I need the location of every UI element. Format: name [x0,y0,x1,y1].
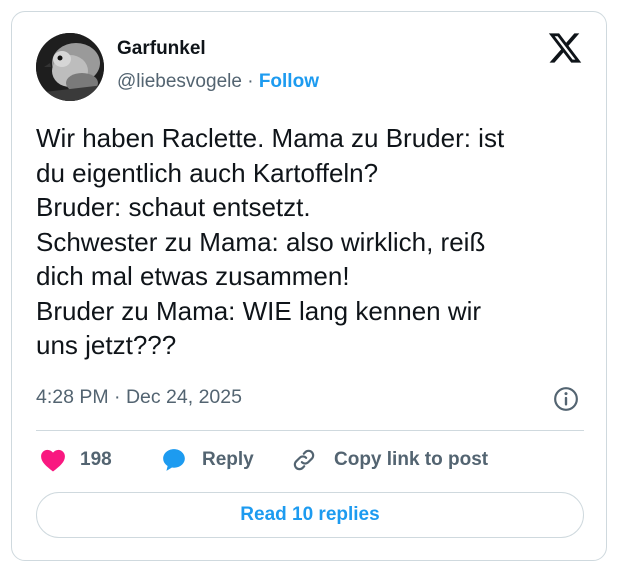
post-line: du eigentlich auch Kartoffeln? [36,157,379,188]
post-timestamp[interactable]: 4:28 PM · Dec 24, 2025 [36,386,242,409]
reply-label: Reply [202,449,254,470]
follow-button[interactable]: Follow [259,71,319,92]
author-handle[interactable]: @liebesvogele [117,71,242,92]
copy-link-label: Copy link to post [334,449,489,470]
info-icon[interactable] [553,386,579,412]
post-line: uns jetzt??? [36,330,177,360]
read-replies-button[interactable]: Read 10 replies [36,492,584,538]
copy-link-button[interactable]: Copy link to post [290,445,488,475]
divider [36,430,584,431]
like-count: 198 [80,449,112,470]
author-name[interactable]: Garfunkel [117,38,206,60]
post-line: Schwester zu Mama: also wirklich, reiß [36,226,486,257]
avatar[interactable] [36,33,104,101]
handle-separator: · [241,71,259,92]
post-line: dich mal etwas zusammen! [36,261,350,291]
author-handle-row: @liebesvogele · Follow [117,71,319,93]
post-line: Bruder zu Mama: WIE lang kennen wir [36,295,482,326]
heart-icon [41,449,65,472]
reply-button[interactable]: Reply [160,445,254,475]
link-icon [293,449,315,471]
post-line: Bruder: schaut entsetzt. [36,192,311,222]
avatar-image [36,33,104,101]
post-line: Wir haben Raclette. Mama zu Bruder: ist [36,123,505,153]
like-button[interactable]: 198 [40,445,112,475]
read-replies-label: Read 10 replies [240,504,380,525]
post-text: Wir haben Raclette. Mama zu Bruder: ist … [36,121,586,363]
reply-bubble-icon [163,449,185,471]
x-logo-icon[interactable] [547,30,583,66]
